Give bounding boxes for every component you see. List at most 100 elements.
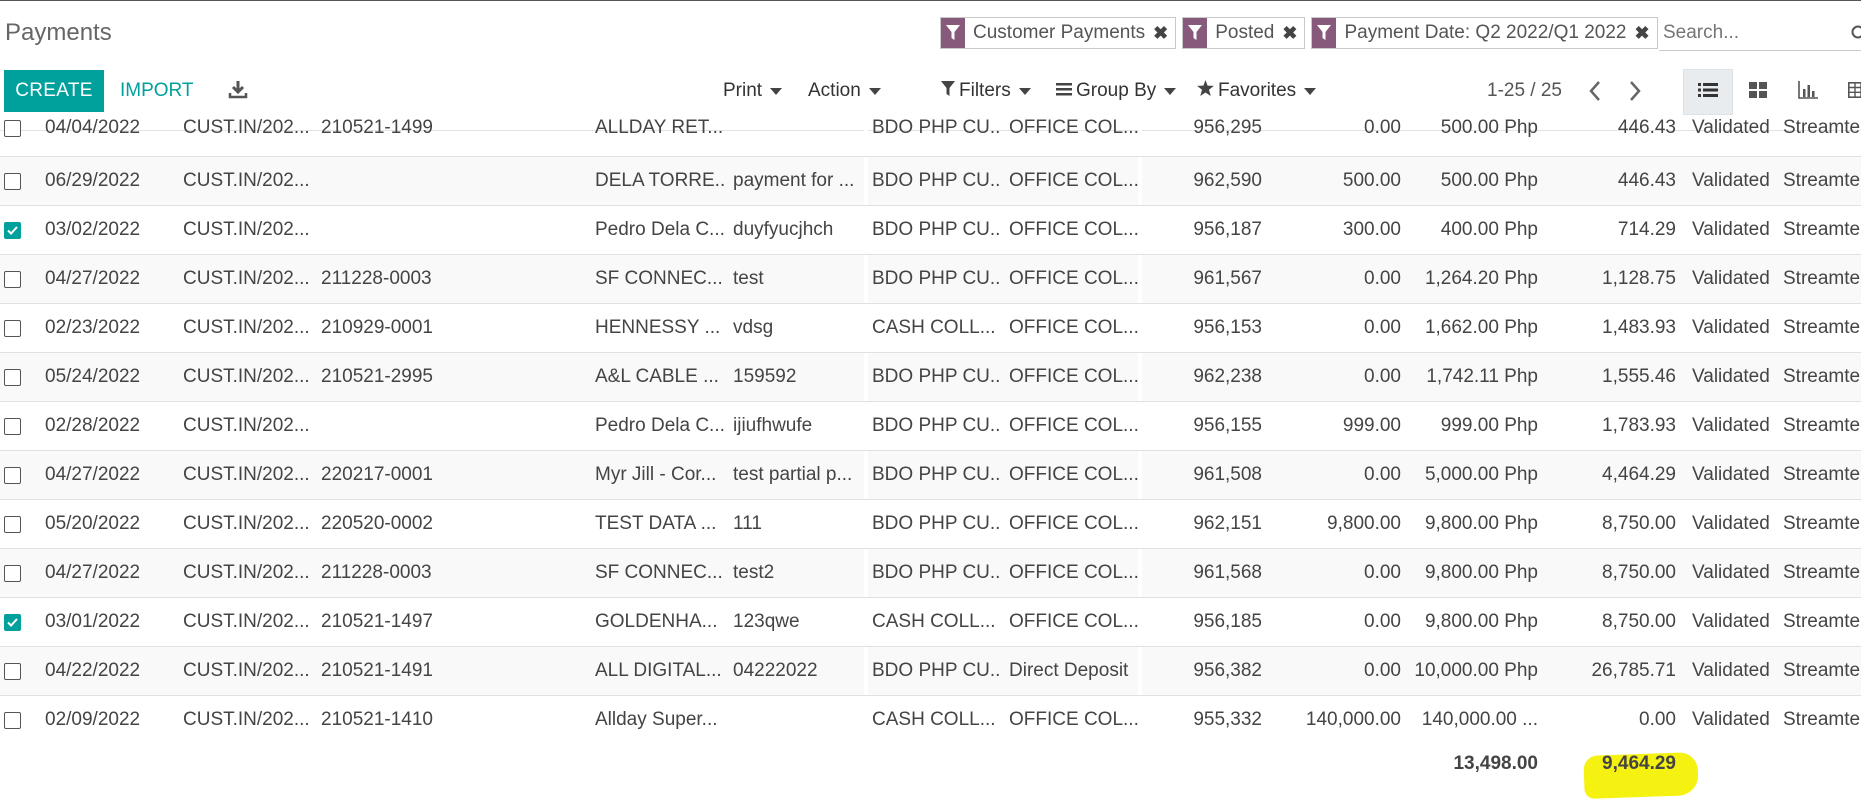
cell-ref: 210521-1499 (321, 117, 433, 138)
filters-menu[interactable]: Filters (941, 70, 1031, 112)
cell-ref (321, 206, 501, 254)
cell-memo: duyfyucjhch (733, 219, 834, 240)
cell-amount1: 0.00 (1364, 268, 1401, 289)
table-row[interactable]: 03/02/2022 CUST.IN/202... Pedro Dela C... d… (0, 205, 1861, 254)
cell-amount2: 1,264.20 Php (1424, 268, 1538, 289)
column-gap (864, 116, 868, 156)
cell-number: CUST.IN/202... (183, 562, 310, 583)
cell-amount1: 0.00 (1364, 611, 1401, 632)
cell-memo (733, 696, 863, 744)
cell-amount3: 446.43 (1617, 170, 1676, 191)
facet-payment-date[interactable]: Payment Date: Q2 2022/Q1 2022 ✖ (1311, 17, 1658, 49)
search-icon[interactable] (1851, 25, 1861, 46)
row-checkbox[interactable] (4, 221, 21, 239)
cell-amount2: 9,800.00 Php (1424, 611, 1538, 632)
cell-id: 961,508 (1193, 464, 1262, 485)
cell-amount3: 446.43 (1617, 117, 1676, 138)
cell-date: 04/27/2022 (45, 562, 141, 583)
cell-method: OFFICE COL... (1009, 219, 1139, 240)
table-row[interactable]: 05/24/2022 CUST.IN/202... 210521-2995 A&L C… (0, 352, 1861, 401)
row-checkbox[interactable] (4, 613, 21, 631)
row-checkbox[interactable] (4, 564, 21, 582)
cell-memo: ijiufhwufe (733, 415, 813, 436)
cell-date: 05/20/2022 (45, 513, 141, 534)
pager-value[interactable]: 1-25 / 25 (1487, 70, 1562, 112)
search-input[interactable] (1659, 16, 1857, 50)
cell-id: 956,153 (1193, 317, 1262, 338)
next-page-icon[interactable] (1628, 80, 1642, 107)
total-amount: 13,498.00 (1453, 753, 1538, 774)
row-checkbox-cell (4, 157, 24, 205)
row-checkbox[interactable] (4, 711, 21, 729)
table-row[interactable]: 04/04/2022 CUST.IN/202... 210521-1499 ALLDA… (0, 116, 1861, 156)
import-button[interactable]: IMPORT (120, 70, 194, 112)
cell-last: Streamte (1783, 660, 1861, 681)
table-row[interactable]: 02/28/2022 CUST.IN/202... Pedro Dela C... i… (0, 401, 1861, 450)
payments-list: 04/04/2022 CUST.IN/202... 210521-1499 ALLDA… (0, 116, 1861, 744)
cell-number: CUST.IN/202... (183, 611, 310, 632)
print-menu[interactable]: Print (723, 70, 783, 112)
table-row[interactable]: 04/27/2022 CUST.IN/202... 211228-0003 SF CO… (0, 548, 1861, 597)
row-checkbox-cell (4, 353, 24, 401)
cell-date: 02/23/2022 (45, 317, 141, 338)
cell-number: CUST.IN/202... (183, 709, 310, 730)
facet-label: Posted (1215, 22, 1275, 43)
cell-customer: HENNESSY ... (595, 317, 721, 338)
row-checkbox[interactable] (4, 417, 21, 435)
print-label: Print (723, 80, 763, 101)
groupby-menu[interactable]: Group By (1056, 70, 1177, 112)
table-row[interactable]: 04/27/2022 CUST.IN/202... 220217-0001 Myr J… (0, 450, 1861, 499)
row-checkbox[interactable] (4, 368, 21, 386)
remove-facet-icon[interactable]: ✖ (1153, 23, 1168, 44)
row-checkbox[interactable] (4, 172, 21, 190)
cell-journal: BDO PHP CU... (872, 513, 1002, 534)
cell-last: Streamte (1783, 562, 1861, 583)
facet-customer-payments[interactable]: Customer Payments ✖ (940, 17, 1177, 49)
download-icon[interactable] (228, 79, 248, 104)
row-checkbox[interactable] (4, 119, 21, 137)
favorites-menu[interactable]: Favorites (1197, 70, 1317, 112)
column-gap (864, 549, 868, 597)
cell-amount2: 9,800.00 Php (1424, 513, 1538, 534)
row-checkbox[interactable] (4, 466, 21, 484)
previous-page-icon[interactable] (1588, 80, 1602, 107)
table-row[interactable]: 03/01/2022 CUST.IN/202... 210521-1497 GOLDE… (0, 597, 1861, 646)
action-menu[interactable]: Action (808, 70, 881, 112)
table-row[interactable]: 05/20/2022 CUST.IN/202... 220520-0002 TEST … (0, 499, 1861, 548)
row-checkbox-cell (4, 696, 24, 744)
cell-memo: test (733, 268, 764, 289)
column-gap (864, 647, 868, 695)
row-checkbox[interactable] (4, 515, 21, 533)
cell-method: OFFICE COL... (1009, 562, 1139, 583)
groupby-label: Group By (1076, 80, 1157, 101)
cell-amount2: 9,800.00 Php (1424, 562, 1538, 583)
cell-ref (321, 157, 501, 205)
table-row[interactable]: 04/27/2022 CUST.IN/202... 211228-0003 SF CO… (0, 254, 1861, 303)
caret-down-icon (1164, 87, 1177, 95)
table-row[interactable]: 04/22/2022 CUST.IN/202... 210521-1491 ALL D… (0, 646, 1861, 695)
cell-date: 04/04/2022 (45, 117, 141, 138)
caret-down-icon (868, 87, 881, 95)
cell-amount1: 0.00 (1364, 562, 1401, 583)
remove-facet-icon[interactable]: ✖ (1634, 23, 1649, 44)
remove-facet-icon[interactable]: ✖ (1282, 23, 1297, 44)
table-row[interactable]: 02/09/2022 CUST.IN/202... 210521-1410 Allda… (0, 695, 1861, 744)
create-button[interactable]: CREATE (4, 70, 104, 112)
row-checkbox[interactable] (4, 270, 21, 288)
cell-amount1: 0.00 (1364, 660, 1401, 681)
facet-posted[interactable]: Posted ✖ (1182, 17, 1306, 49)
cell-journal: BDO PHP CU... (872, 366, 1002, 387)
row-checkbox[interactable] (4, 662, 21, 680)
facet-label: Payment Date: Q2 2022/Q1 2022 (1344, 22, 1627, 43)
cell-customer: GOLDENHA... (595, 611, 718, 632)
list-view-icon (1698, 82, 1718, 103)
caret-down-icon (1018, 87, 1031, 95)
cell-last: Streamte (1783, 415, 1861, 436)
cell-memo: payment for ... (733, 170, 855, 191)
row-checkbox[interactable] (4, 319, 21, 337)
cell-amount2: 500.00 Php (1440, 170, 1538, 191)
table-row[interactable]: 06/29/2022 CUST.IN/202... DELA TORRE... pay… (0, 156, 1861, 205)
table-row[interactable]: 02/23/2022 CUST.IN/202... 210929-0001 HENNE… (0, 303, 1861, 352)
cell-memo: test2 (733, 562, 775, 583)
cell-amount1: 999.00 (1342, 415, 1401, 436)
